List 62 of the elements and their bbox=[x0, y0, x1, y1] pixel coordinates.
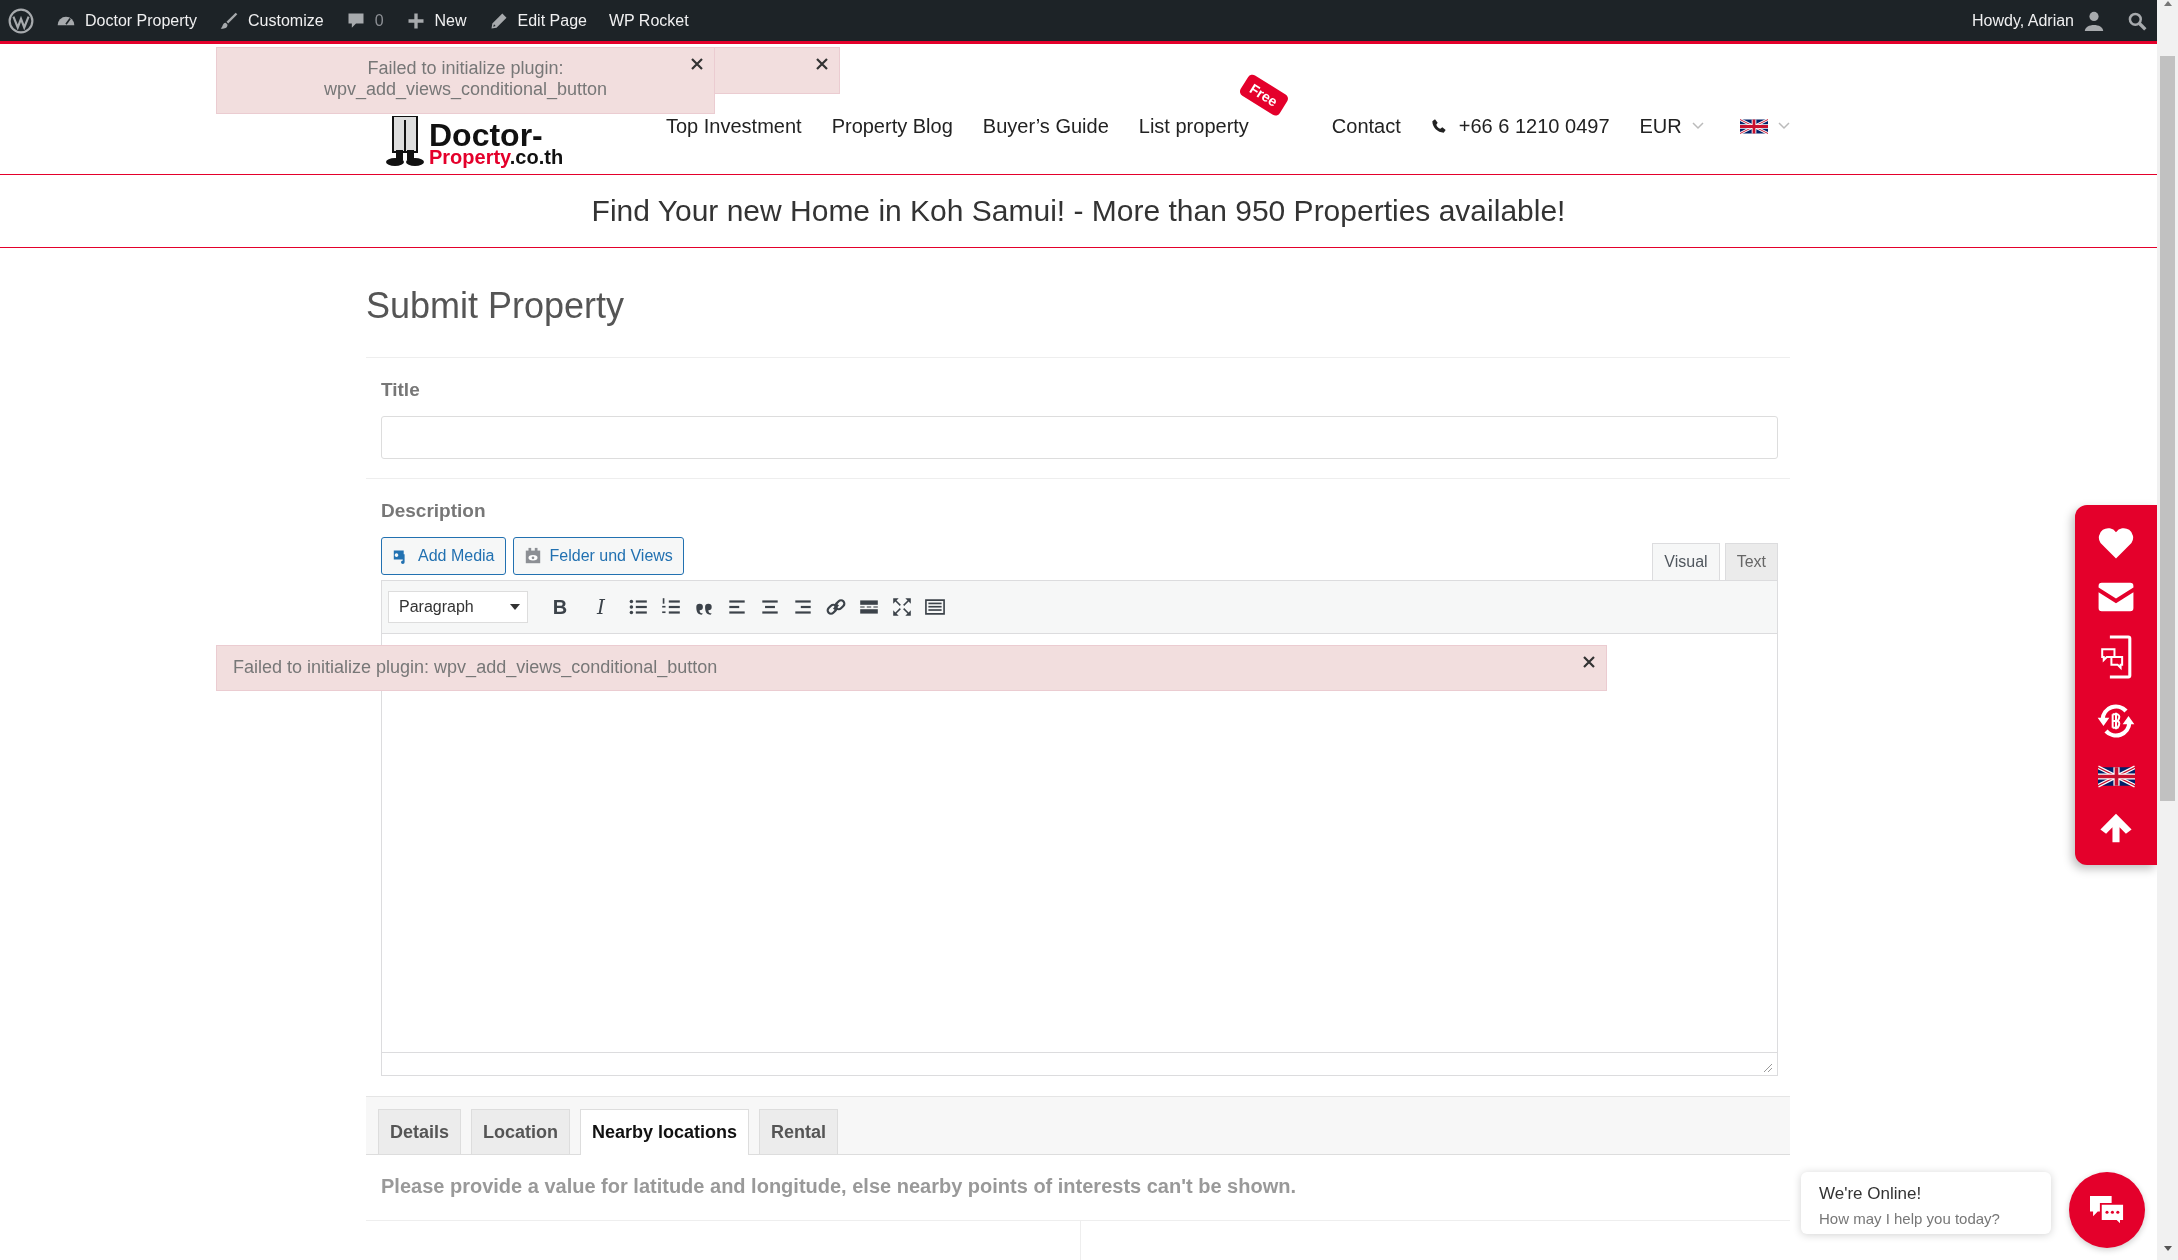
nav-link[interactable]: Property Blog bbox=[831, 114, 953, 138]
caret-icon bbox=[510, 604, 520, 611]
banner-text: Find Your new Home in Koh Samui! - More than 950 Properties available! bbox=[0, 175, 2157, 248]
bold-button[interactable]: B bbox=[545, 592, 575, 623]
logo[interactable]: Doctor- Property.co.th bbox=[385, 116, 615, 166]
search-icon[interactable] bbox=[2127, 10, 2147, 31]
editor-button[interactable]: Add Media bbox=[381, 537, 506, 576]
scrollbar-thumb[interactable] bbox=[2160, 56, 2175, 801]
admin-bar-link[interactable]: Customize bbox=[219, 10, 324, 31]
editor-button[interactable]: Felder und Views bbox=[512, 537, 684, 576]
nav-link[interactable]: List property bbox=[1138, 114, 1249, 137]
chevron-down-icon bbox=[1777, 122, 1790, 130]
field-label: Title bbox=[381, 379, 421, 403]
fullscreen-icon[interactable] bbox=[891, 596, 913, 619]
phone-icon bbox=[1430, 118, 1447, 134]
logo-icon[interactable] bbox=[8, 7, 34, 34]
chat-button[interactable] bbox=[2069, 1172, 2145, 1248]
logo-text: Doctor- Property.co.th bbox=[429, 121, 564, 166]
heart-icon[interactable] bbox=[2097, 525, 2135, 560]
page-title: Submit Property bbox=[366, 248, 1790, 359]
nav-link[interactable]: Buyer’s Guide bbox=[982, 114, 1109, 138]
admin-bar-link[interactable]: 0 bbox=[345, 10, 384, 31]
resize-handle-icon[interactable] bbox=[1763, 1063, 1773, 1074]
scroll-down-icon[interactable] bbox=[2163, 1246, 2172, 1252]
tab[interactable]: Rental bbox=[759, 1109, 839, 1155]
phone-number[interactable]: +66 6 1210 0497 bbox=[1458, 114, 1610, 138]
user-icon bbox=[2083, 9, 2105, 32]
tab[interactable]: Details bbox=[378, 1109, 462, 1155]
chat-subtitle: How may I help you today? bbox=[1819, 1210, 2001, 1227]
envelope-icon[interactable] bbox=[2097, 581, 2135, 612]
italic-button[interactable]: I bbox=[586, 592, 616, 623]
chat-popup[interactable]: We're Online! How may I help you today? bbox=[1801, 1172, 2051, 1234]
admin-bar-link[interactable]: WP Rocket bbox=[608, 11, 689, 30]
field-label: Description bbox=[381, 500, 487, 524]
scroll-up-icon[interactable] bbox=[2163, 0, 2172, 6]
close-icon[interactable] bbox=[691, 58, 703, 70]
tab[interactable]: Nearby locations bbox=[580, 1109, 750, 1156]
chevron-down-icon bbox=[1691, 122, 1704, 130]
admin-bar-link[interactable]: Edit Page bbox=[488, 10, 587, 31]
info-message: Please provide a value for latitude and longitude, else nearby points of interests can't be shown. bbox=[366, 1155, 1790, 1222]
admin-bar-link[interactable]: New bbox=[405, 10, 467, 31]
account-link[interactable]: Howdy, Adrian bbox=[1972, 9, 2105, 32]
arrow-up-icon[interactable] bbox=[2099, 812, 2133, 845]
calendar-eye-icon bbox=[523, 547, 542, 566]
nav-link[interactable]: Contact bbox=[1331, 114, 1401, 138]
brush-icon bbox=[219, 10, 240, 31]
notice-text: Failed to initialize plugin: wpv_add_views_conditional_button bbox=[322, 58, 609, 100]
format-select[interactable]: Paragraph bbox=[388, 591, 528, 624]
free-badge: Free bbox=[1237, 72, 1290, 117]
close-icon[interactable] bbox=[816, 58, 828, 70]
language-dropdown[interactable] bbox=[1739, 117, 1790, 135]
editor-mode-tab[interactable]: Visual bbox=[1652, 543, 1720, 581]
flag-icon bbox=[1739, 117, 1768, 135]
close-icon[interactable] bbox=[1583, 656, 1595, 668]
doctor-figure-icon bbox=[385, 116, 425, 166]
title-input[interactable] bbox=[381, 416, 1778, 460]
currency-dropdown[interactable]: EUR bbox=[1639, 114, 1704, 138]
admin-bar-link[interactable]: Doctor Property bbox=[56, 10, 198, 31]
chat-title: We're Online! bbox=[1819, 1184, 1923, 1204]
editor-mode-tab[interactable]: Text bbox=[1724, 543, 1778, 581]
nav-link[interactable]: Top Investment bbox=[666, 114, 802, 138]
tab[interactable]: Location bbox=[471, 1109, 571, 1155]
